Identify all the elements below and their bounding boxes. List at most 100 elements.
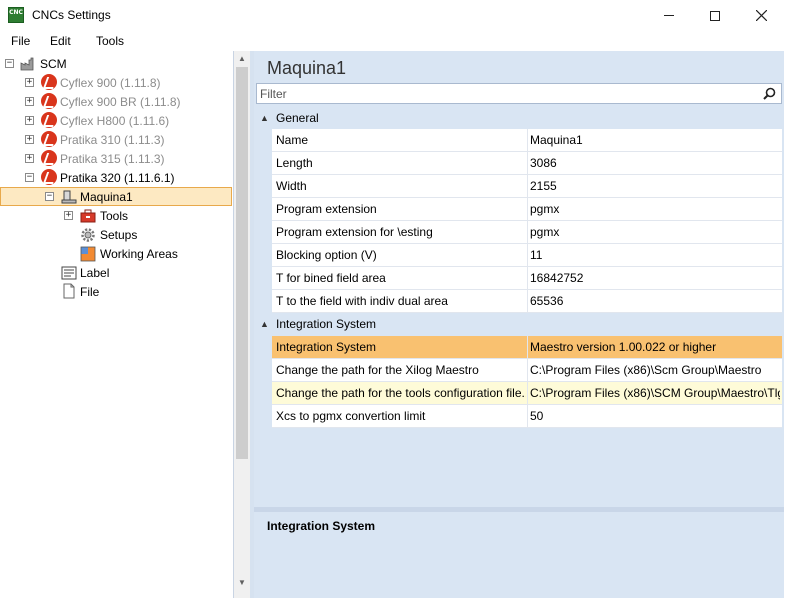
tree-label: Cyflex 900 BR (1.11.8): [60, 94, 181, 109]
property-row[interactable]: T to the field with indiv dual area 6553…: [272, 290, 782, 313]
tree-item-file[interactable]: File: [0, 282, 232, 301]
tree-item-label[interactable]: Label: [0, 263, 232, 282]
tree-label: File: [80, 284, 100, 299]
maximize-icon: [710, 10, 720, 21]
property-value[interactable]: pgmx: [530, 202, 780, 216]
tree-item-machine[interactable]: − Pratika 320 (1.11.6.1): [0, 168, 232, 187]
tree-item-machine[interactable]: + Pratika 310 (1.11.3): [0, 130, 232, 149]
tree-item-maquina1[interactable]: − Maquina1: [0, 187, 232, 206]
property-value[interactable]: Maquina1: [530, 133, 780, 147]
property-value[interactable]: 16842752: [530, 271, 780, 285]
collapse-chevron-icon[interactable]: ▲: [260, 319, 269, 329]
property-row[interactable]: Program extension for \esting pgmx: [272, 221, 782, 244]
file-icon: [63, 283, 75, 299]
property-name: Length: [276, 156, 313, 170]
toolbox-icon: [80, 209, 96, 223]
property-value[interactable]: 65536: [530, 294, 780, 308]
property-value[interactable]: 50: [530, 409, 780, 423]
expand-icon[interactable]: +: [64, 211, 73, 220]
property-value[interactable]: pgmx: [530, 225, 780, 239]
property-title: Maquina1: [267, 58, 347, 78]
property-row[interactable]: Name Maquina1: [272, 129, 782, 152]
property-value[interactable]: C:\Program Files (x86)\Scm Group\Maestro: [530, 363, 780, 377]
property-row-hover[interactable]: Change the path for the tools configurat…: [272, 382, 782, 405]
property-row[interactable]: Blocking option (V) 11: [272, 244, 782, 267]
property-row[interactable]: Length 3086: [272, 152, 782, 175]
cnc-machine-icon: [41, 74, 57, 90]
maximize-button[interactable]: [692, 0, 738, 31]
scroll-up-icon[interactable]: ▲: [234, 51, 250, 67]
machine-icon: [61, 190, 77, 204]
tree-label: Tools: [100, 208, 129, 223]
expand-icon[interactable]: +: [25, 116, 34, 125]
cnc-machine-icon: [41, 131, 57, 147]
tree-label: Cyflex H800 (1.11.6): [60, 113, 170, 128]
tree-item-scm[interactable]: − SCM: [0, 54, 232, 73]
collapse-icon[interactable]: −: [25, 173, 34, 182]
property-name: Change the path for the tools configurat…: [276, 386, 526, 400]
property-name: T to the field with indiv dual area: [276, 294, 448, 308]
close-icon: [755, 10, 767, 21]
app-icon: CNC: [8, 7, 24, 23]
expand-icon[interactable]: +: [25, 135, 34, 144]
collapse-chevron-icon[interactable]: ▲: [260, 113, 269, 123]
tree-label: Maquina1: [80, 189, 133, 204]
grid-areas-icon: [80, 246, 96, 262]
expand-icon[interactable]: +: [25, 97, 34, 106]
property-row[interactable]: T for bined field area 16842752: [272, 267, 782, 290]
tree-item-tools[interactable]: + Tools: [0, 206, 232, 225]
tree-item-machine[interactable]: + Cyflex H800 (1.11.6): [0, 111, 232, 130]
tree-item-setups[interactable]: Setups: [0, 225, 232, 244]
tree-item-machine[interactable]: + Pratika 315 (1.11.3): [0, 149, 232, 168]
minimize-icon: [664, 15, 674, 16]
cnc-machine-icon: [41, 150, 57, 166]
category-label: General: [276, 110, 319, 125]
property-name: Name: [276, 133, 309, 147]
filter-field[interactable]: [256, 83, 782, 104]
property-value[interactable]: C:\Program Files (x86)\SCM Group\Maestro…: [530, 386, 780, 400]
tree-item-machine[interactable]: + Cyflex 900 (1.11.8): [0, 73, 232, 92]
property-name: T for bined field area: [276, 271, 386, 285]
property-grid: ▲ General Name Maquina1 Length 3086 Widt…: [254, 107, 784, 507]
tree-label: Pratika 315 (1.11.3): [60, 151, 165, 166]
collapse-icon[interactable]: −: [45, 192, 54, 201]
property-value[interactable]: Maestro version 1.00.022 or higher: [530, 340, 780, 354]
property-row-selected[interactable]: Integration System Maestro version 1.00.…: [272, 336, 782, 359]
tree-label: Cyflex 900 (1.11.8): [60, 75, 161, 90]
property-value[interactable]: 11: [530, 248, 780, 262]
window-edge: [784, 51, 795, 598]
cnc-machine-icon: [41, 112, 57, 128]
property-value[interactable]: 2155: [530, 179, 780, 193]
scrollbar-thumb[interactable]: [236, 67, 248, 459]
property-row[interactable]: Change the path for the Xilog Maestro C:…: [272, 359, 782, 382]
property-value[interactable]: 3086: [530, 156, 780, 170]
property-row[interactable]: Xcs to pgmx convertion limit 50: [272, 405, 782, 428]
menu-edit[interactable]: Edit: [50, 34, 71, 48]
title-bar: CNC CNCs Settings: [0, 0, 795, 31]
tree-item-working-areas[interactable]: Working Areas: [0, 244, 232, 263]
tree-scrollbar[interactable]: ▲ ▼: [234, 51, 250, 598]
close-button[interactable]: [738, 0, 784, 31]
scroll-down-icon[interactable]: ▼: [234, 575, 250, 591]
property-name: Width: [276, 179, 307, 193]
filter-input[interactable]: [257, 84, 747, 103]
collapse-icon[interactable]: −: [5, 59, 14, 68]
description-pane: Integration System: [254, 512, 784, 598]
window-title: CNCs Settings: [32, 8, 111, 22]
tree-label: Pratika 320 (1.11.6.1): [60, 170, 175, 185]
property-name: Program extension: [276, 202, 377, 216]
property-name: Program extension for \esting: [276, 225, 433, 239]
expand-icon[interactable]: +: [25, 154, 34, 163]
property-row[interactable]: Program extension pgmx: [272, 198, 782, 221]
property-row[interactable]: Width 2155: [272, 175, 782, 198]
tree-item-machine[interactable]: + Cyflex 900 BR (1.11.8): [0, 92, 232, 111]
category-integration-system[interactable]: ▲ Integration System: [254, 313, 782, 334]
search-icon[interactable]: [763, 87, 776, 100]
menu-file[interactable]: File: [11, 34, 30, 48]
expand-icon[interactable]: +: [25, 78, 34, 87]
minimize-button[interactable]: [646, 0, 692, 31]
cnc-machine-icon: [41, 169, 57, 185]
description-title: Integration System: [267, 519, 376, 533]
menu-tools[interactable]: Tools: [96, 34, 124, 48]
category-general[interactable]: ▲ General: [254, 107, 782, 128]
